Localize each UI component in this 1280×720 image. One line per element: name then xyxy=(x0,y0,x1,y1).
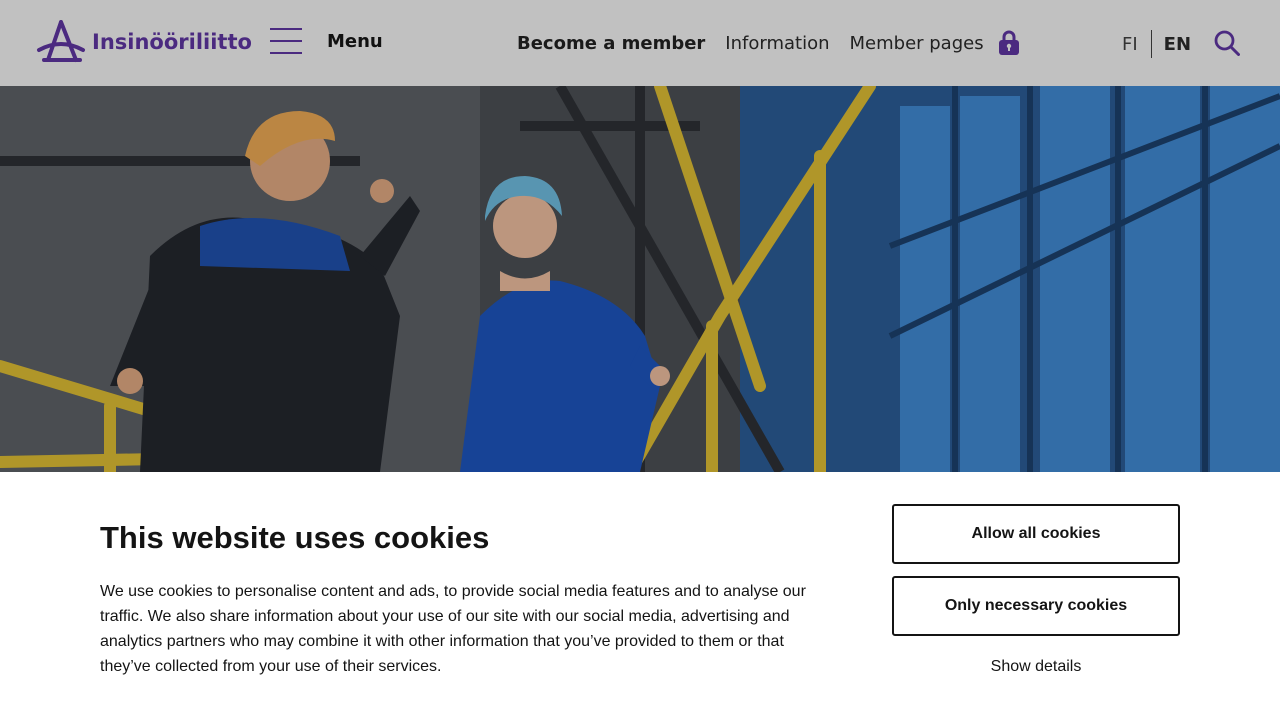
site-header: Insinööriliitto Menu Become a member Inf… xyxy=(0,0,1280,86)
menu-button[interactable]: Menu xyxy=(270,28,383,54)
hamburger-icon xyxy=(270,28,302,54)
nav-member-pages[interactable]: Member pages xyxy=(850,33,984,54)
industrial-workers-photo xyxy=(0,86,1280,472)
lang-divider xyxy=(1150,30,1152,58)
search-icon[interactable] xyxy=(1214,30,1240,56)
lang-en[interactable]: EN xyxy=(1164,34,1191,55)
lang-fi[interactable]: FI xyxy=(1122,34,1138,55)
logo-icon xyxy=(37,20,85,62)
cookie-banner: This website uses cookies We use cookies… xyxy=(0,472,1280,720)
cookie-description: We use cookies to personalise content an… xyxy=(100,583,806,675)
only-necessary-cookies-button[interactable]: Only necessary cookies xyxy=(892,576,1180,636)
language-switcher: FI EN xyxy=(1122,30,1191,58)
main-nav: Become a member Information Member pages xyxy=(517,30,1020,56)
logo-text: Insinööriliitto xyxy=(92,30,252,54)
allow-all-cookies-button[interactable]: Allow all cookies xyxy=(892,504,1180,564)
nav-become-member[interactable]: Become a member xyxy=(517,33,705,54)
lock-icon[interactable] xyxy=(998,30,1020,56)
logo-link[interactable]: Insinööriliitto xyxy=(36,20,252,64)
menu-label: Menu xyxy=(327,30,383,52)
show-details-link[interactable]: Show details xyxy=(892,658,1180,676)
nav-information[interactable]: Information xyxy=(725,33,829,54)
cookie-title: This website uses cookies xyxy=(100,520,490,555)
hero-image xyxy=(0,86,1280,472)
